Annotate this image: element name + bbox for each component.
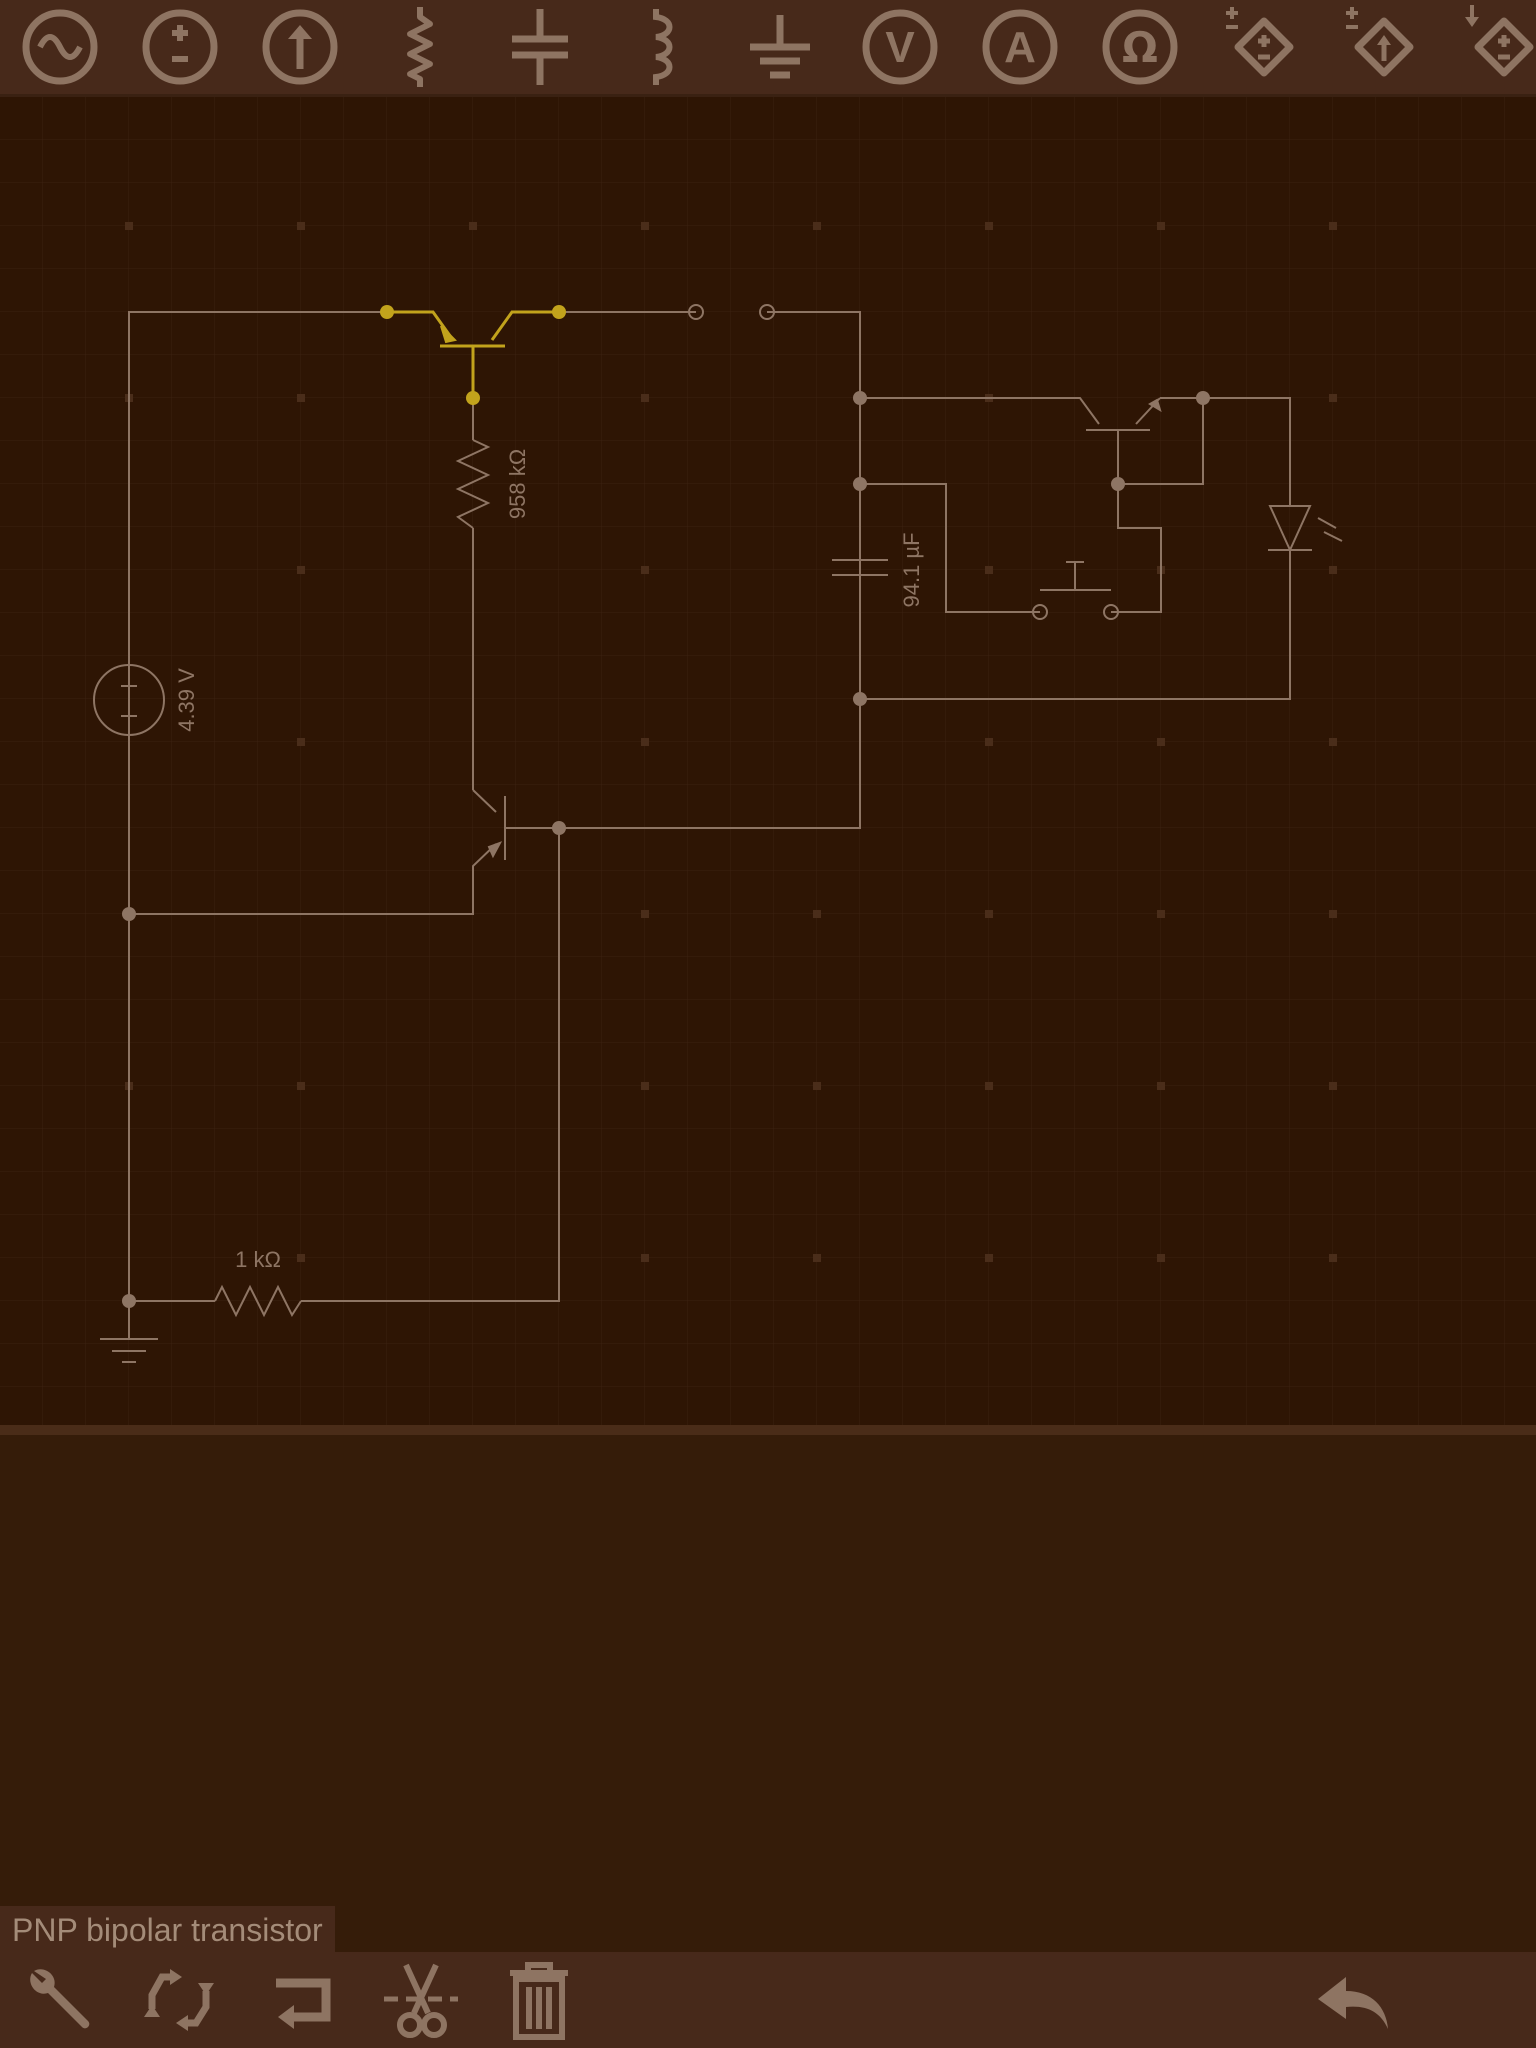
inductor-tool[interactable]	[608, 0, 712, 94]
wrench-icon	[30, 1969, 90, 2029]
edit-button[interactable]	[6, 1952, 116, 2048]
controlled-voltage-source-tool[interactable]	[1208, 0, 1312, 94]
controlled-voltage-source-icon	[1226, 7, 1294, 77]
delete-button[interactable]	[484, 1952, 594, 2048]
ground-icon	[750, 15, 810, 79]
svg-text:V: V	[885, 23, 915, 72]
circuit-schematic: 958 kΩ 94.1 µF 4.39 V 1 kΩ	[0, 97, 1536, 1425]
ohmmeter-tool[interactable]: Ω	[1088, 0, 1192, 94]
selected-component-label: PNP bipolar transistor	[0, 1906, 335, 1952]
dc-voltage-source-icon	[142, 9, 218, 85]
voltmeter-icon: V	[862, 9, 938, 85]
resistor-958k-label: 958 kΩ	[505, 449, 530, 519]
voltage-source-label: 4.39 V	[174, 668, 199, 732]
capacitor-94uF-label: 94.1 µF	[899, 532, 924, 607]
controlled-current-source-icon	[1346, 7, 1414, 77]
current-source-tool[interactable]	[248, 0, 352, 94]
undo-button[interactable]	[1300, 1952, 1410, 2048]
flip-icon	[276, 1978, 331, 2029]
resistor-1k-label: 1 kΩ	[235, 1247, 281, 1272]
ground-tool[interactable]	[728, 0, 832, 94]
capacitor-tool[interactable]	[488, 0, 592, 94]
svg-text:A: A	[1004, 23, 1036, 72]
ohmmeter-icon: Ω	[1102, 9, 1178, 85]
ammeter-tool[interactable]: A	[968, 0, 1072, 94]
grid-background	[0, 97, 1536, 1425]
lower-panel	[0, 1435, 1536, 1952]
controlled-source-alt-icon	[1465, 5, 1534, 77]
panel-divider[interactable]	[0, 1425, 1536, 1435]
rotate-button[interactable]	[124, 1952, 234, 2048]
component-toolbar: V A Ω	[0, 0, 1536, 97]
flip-button[interactable]	[246, 1952, 356, 2048]
current-source-icon	[262, 9, 338, 85]
resistor-tool[interactable]	[368, 0, 472, 94]
trash-icon	[510, 1962, 568, 2040]
circuit-canvas[interactable]: 958 kΩ 94.1 µF 4.39 V 1 kΩ	[0, 97, 1536, 1425]
undo-icon	[1318, 1977, 1388, 2029]
voltmeter-tool[interactable]: V	[848, 0, 952, 94]
resistor-icon	[407, 7, 433, 87]
capacitor-icon	[512, 9, 568, 85]
svg-text:Ω: Ω	[1122, 23, 1158, 72]
controlled-source-alt-tool[interactable]	[1448, 0, 1536, 94]
bottom-toolbar	[0, 1952, 1536, 2048]
cut-icon	[384, 1963, 458, 2038]
ammeter-icon: A	[982, 9, 1058, 85]
controlled-current-source-tool[interactable]	[1328, 0, 1432, 94]
ac-source-tool[interactable]	[8, 0, 112, 94]
cut-button[interactable]	[366, 1952, 476, 2048]
rotate-icon	[144, 1969, 214, 2031]
inductor-icon	[653, 9, 673, 85]
ac-source-icon	[22, 9, 98, 85]
dc-voltage-source-tool[interactable]	[128, 0, 232, 94]
